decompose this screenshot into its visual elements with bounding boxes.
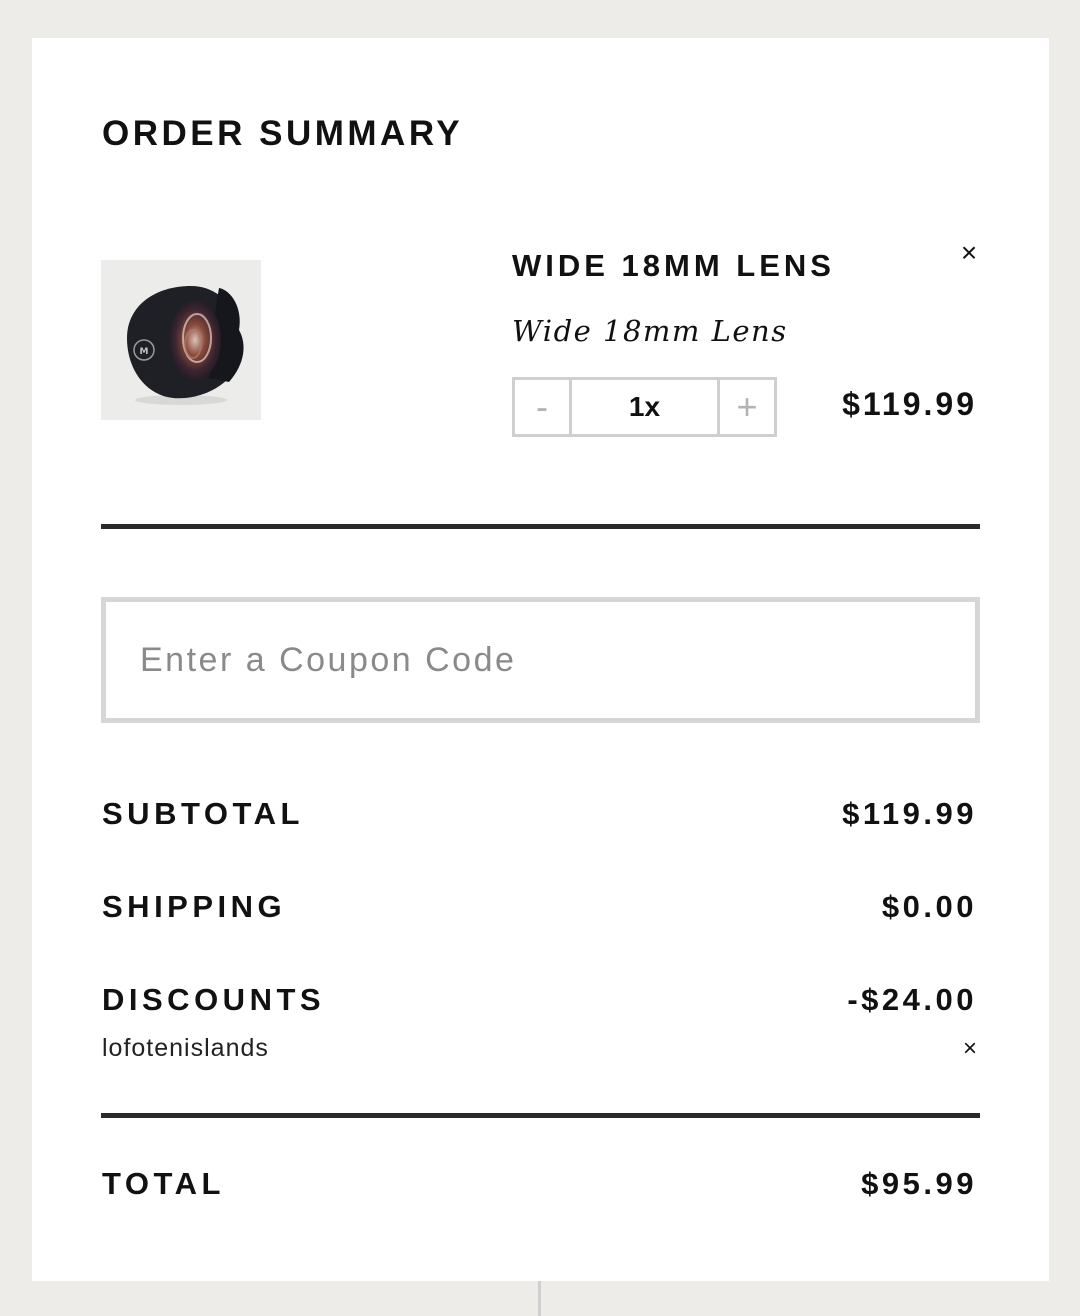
- order-summary-heading: ORDER SUMMARY: [102, 114, 464, 153]
- subtotal-label: SUBTOTAL: [102, 796, 304, 831]
- product-image: M: [101, 260, 261, 420]
- item-price: $119.99: [842, 386, 977, 422]
- discounts-label: DISCOUNTS: [102, 982, 326, 1017]
- divider: [101, 524, 980, 529]
- close-icon: ×: [960, 237, 978, 268]
- remove-discount-button[interactable]: ×: [957, 1035, 983, 1062]
- shipping-label: SHIPPING: [102, 889, 287, 924]
- subtotal-value: $119.99: [842, 796, 977, 831]
- increment-quantity-button[interactable]: +: [717, 380, 774, 434]
- product-variant: Wide 18mm Lens: [512, 314, 788, 348]
- discounts-value: -$24.00: [847, 982, 977, 1017]
- coupon-code-input[interactable]: [101, 597, 980, 723]
- remove-item-button[interactable]: ×: [954, 237, 984, 268]
- close-icon: ×: [962, 1035, 977, 1062]
- total-label: TOTAL: [102, 1166, 225, 1201]
- order-summary-card: ORDER SUMMARY M WIDE 18MM LENS × Wide 18…: [32, 38, 1049, 1281]
- camera-lens-icon: M: [127, 286, 244, 405]
- divider: [101, 1113, 980, 1118]
- quantity-value: 1x: [628, 391, 661, 422]
- divider: [538, 1281, 541, 1316]
- product-name: WIDE 18MM LENS: [512, 248, 835, 283]
- decrement-quantity-button[interactable]: -: [515, 380, 572, 434]
- applied-discount-code: lofotenislands: [102, 1034, 269, 1062]
- shipping-value: $0.00: [881, 889, 977, 924]
- quantity-stepper: - 1x +: [512, 377, 777, 437]
- total-value: $95.99: [861, 1166, 977, 1201]
- svg-text:M: M: [140, 347, 149, 357]
